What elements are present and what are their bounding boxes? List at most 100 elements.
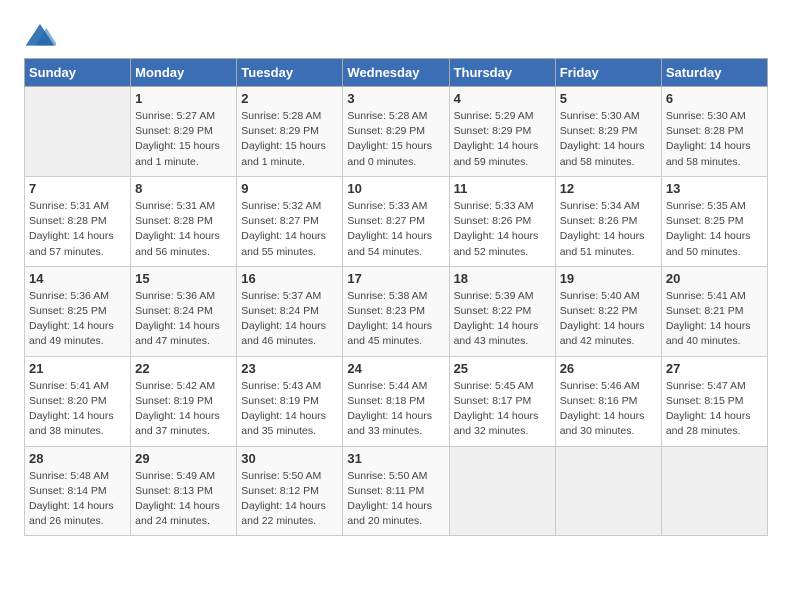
day-number: 11	[454, 181, 551, 196]
page-header	[24, 20, 768, 52]
day-info: Sunrise: 5:41 AM Sunset: 8:20 PM Dayligh…	[29, 379, 126, 440]
day-info: Sunrise: 5:40 AM Sunset: 8:22 PM Dayligh…	[560, 289, 657, 350]
day-cell-2-0: 14 Sunrise: 5:36 AM Sunset: 8:25 PM Dayli…	[25, 266, 131, 356]
day-info: Sunrise: 5:35 AM Sunset: 8:25 PM Dayligh…	[666, 199, 763, 260]
day-number: 29	[135, 451, 232, 466]
week-row-1: 7 Sunrise: 5:31 AM Sunset: 8:28 PM Daylig…	[25, 176, 768, 266]
day-info: Sunrise: 5:42 AM Sunset: 8:19 PM Dayligh…	[135, 379, 232, 440]
day-cell-1-3: 10 Sunrise: 5:33 AM Sunset: 8:27 PM Dayli…	[343, 176, 449, 266]
day-number: 15	[135, 271, 232, 286]
calendar-table: SundayMondayTuesdayWednesdayThursdayFrid…	[24, 58, 768, 536]
day-number: 17	[347, 271, 444, 286]
day-number: 20	[666, 271, 763, 286]
day-cell-0-0	[25, 87, 131, 177]
day-number: 28	[29, 451, 126, 466]
day-cell-1-6: 13 Sunrise: 5:35 AM Sunset: 8:25 PM Dayli…	[661, 176, 767, 266]
weekday-header-saturday: Saturday	[661, 59, 767, 87]
day-number: 23	[241, 361, 338, 376]
day-cell-1-4: 11 Sunrise: 5:33 AM Sunset: 8:26 PM Dayli…	[449, 176, 555, 266]
day-info: Sunrise: 5:50 AM Sunset: 8:12 PM Dayligh…	[241, 469, 338, 530]
day-number: 4	[454, 91, 551, 106]
day-cell-0-4: 4 Sunrise: 5:29 AM Sunset: 8:29 PM Daylig…	[449, 87, 555, 177]
day-info: Sunrise: 5:33 AM Sunset: 8:26 PM Dayligh…	[454, 199, 551, 260]
day-number: 9	[241, 181, 338, 196]
day-number: 8	[135, 181, 232, 196]
day-number: 16	[241, 271, 338, 286]
day-number: 3	[347, 91, 444, 106]
day-info: Sunrise: 5:30 AM Sunset: 8:28 PM Dayligh…	[666, 109, 763, 170]
day-info: Sunrise: 5:44 AM Sunset: 8:18 PM Dayligh…	[347, 379, 444, 440]
day-info: Sunrise: 5:38 AM Sunset: 8:23 PM Dayligh…	[347, 289, 444, 350]
day-info: Sunrise: 5:33 AM Sunset: 8:27 PM Dayligh…	[347, 199, 444, 260]
day-info: Sunrise: 5:31 AM Sunset: 8:28 PM Dayligh…	[29, 199, 126, 260]
day-number: 2	[241, 91, 338, 106]
day-cell-2-5: 19Sunrise: 5:40 AM Sunset: 8:22 PM Dayli…	[555, 266, 661, 356]
day-cell-4-1: 29Sunrise: 5:49 AM Sunset: 8:13 PM Dayli…	[131, 446, 237, 536]
day-number: 10	[347, 181, 444, 196]
day-info: Sunrise: 5:28 AM Sunset: 8:29 PM Dayligh…	[347, 109, 444, 170]
day-info: Sunrise: 5:29 AM Sunset: 8:29 PM Dayligh…	[454, 109, 551, 170]
day-info: Sunrise: 5:37 AM Sunset: 8:24 PM Dayligh…	[241, 289, 338, 350]
day-info: Sunrise: 5:48 AM Sunset: 8:14 PM Dayligh…	[29, 469, 126, 530]
day-cell-3-1: 22Sunrise: 5:42 AM Sunset: 8:19 PM Dayli…	[131, 356, 237, 446]
day-info: Sunrise: 5:39 AM Sunset: 8:22 PM Dayligh…	[454, 289, 551, 350]
day-number: 1	[135, 91, 232, 106]
day-info: Sunrise: 5:30 AM Sunset: 8:29 PM Dayligh…	[560, 109, 657, 170]
day-cell-3-2: 23Sunrise: 5:43 AM Sunset: 8:19 PM Dayli…	[237, 356, 343, 446]
day-cell-4-3: 31 Sunrise: 5:50 AM Sunset: 8:11 PM Dayli…	[343, 446, 449, 536]
weekday-header-thursday: Thursday	[449, 59, 555, 87]
day-cell-1-0: 7 Sunrise: 5:31 AM Sunset: 8:28 PM Daylig…	[25, 176, 131, 266]
day-cell-2-6: 20 Sunrise: 5:41 AM Sunset: 8:21 PM Dayli…	[661, 266, 767, 356]
day-cell-3-4: 25 Sunrise: 5:45 AM Sunset: 8:17 PM Dayli…	[449, 356, 555, 446]
day-info: Sunrise: 5:27 AM Sunset: 8:29 PM Dayligh…	[135, 109, 232, 170]
day-cell-1-1: 8 Sunrise: 5:31 AM Sunset: 8:28 PM Daylig…	[131, 176, 237, 266]
day-info: Sunrise: 5:32 AM Sunset: 8:27 PM Dayligh…	[241, 199, 338, 260]
day-cell-3-6: 27 Sunrise: 5:47 AM Sunset: 8:15 PM Dayli…	[661, 356, 767, 446]
day-number: 24	[347, 361, 444, 376]
day-cell-0-6: 6Sunrise: 5:30 AM Sunset: 8:28 PM Daylig…	[661, 87, 767, 177]
day-number: 30	[241, 451, 338, 466]
day-cell-4-5	[555, 446, 661, 536]
day-cell-0-1: 1 Sunrise: 5:27 AM Sunset: 8:29 PM Daylig…	[131, 87, 237, 177]
day-info: Sunrise: 5:50 AM Sunset: 8:11 PM Dayligh…	[347, 469, 444, 530]
day-cell-0-3: 3 Sunrise: 5:28 AM Sunset: 8:29 PM Daylig…	[343, 87, 449, 177]
weekday-header-friday: Friday	[555, 59, 661, 87]
weekday-header-monday: Monday	[131, 59, 237, 87]
day-cell-2-2: 16 Sunrise: 5:37 AM Sunset: 8:24 PM Dayli…	[237, 266, 343, 356]
logo-icon	[24, 20, 56, 52]
day-number: 14	[29, 271, 126, 286]
weekday-header-tuesday: Tuesday	[237, 59, 343, 87]
day-number: 25	[454, 361, 551, 376]
logo	[24, 20, 60, 52]
day-number: 18	[454, 271, 551, 286]
day-info: Sunrise: 5:46 AM Sunset: 8:16 PM Dayligh…	[560, 379, 657, 440]
day-cell-3-3: 24 Sunrise: 5:44 AM Sunset: 8:18 PM Dayli…	[343, 356, 449, 446]
day-number: 27	[666, 361, 763, 376]
day-info: Sunrise: 5:41 AM Sunset: 8:21 PM Dayligh…	[666, 289, 763, 350]
day-number: 31	[347, 451, 444, 466]
week-row-3: 21 Sunrise: 5:41 AM Sunset: 8:20 PM Dayli…	[25, 356, 768, 446]
weekday-header-row: SundayMondayTuesdayWednesdayThursdayFrid…	[25, 59, 768, 87]
day-info: Sunrise: 5:31 AM Sunset: 8:28 PM Dayligh…	[135, 199, 232, 260]
day-number: 13	[666, 181, 763, 196]
week-row-2: 14 Sunrise: 5:36 AM Sunset: 8:25 PM Dayli…	[25, 266, 768, 356]
weekday-header-sunday: Sunday	[25, 59, 131, 87]
day-info: Sunrise: 5:47 AM Sunset: 8:15 PM Dayligh…	[666, 379, 763, 440]
day-cell-2-3: 17 Sunrise: 5:38 AM Sunset: 8:23 PM Dayli…	[343, 266, 449, 356]
day-cell-4-6	[661, 446, 767, 536]
day-cell-0-5: 5 Sunrise: 5:30 AM Sunset: 8:29 PM Daylig…	[555, 87, 661, 177]
day-number: 21	[29, 361, 126, 376]
day-number: 12	[560, 181, 657, 196]
day-info: Sunrise: 5:36 AM Sunset: 8:25 PM Dayligh…	[29, 289, 126, 350]
week-row-0: 1 Sunrise: 5:27 AM Sunset: 8:29 PM Daylig…	[25, 87, 768, 177]
day-cell-4-0: 28 Sunrise: 5:48 AM Sunset: 8:14 PM Dayli…	[25, 446, 131, 536]
day-cell-4-2: 30 Sunrise: 5:50 AM Sunset: 8:12 PM Dayli…	[237, 446, 343, 536]
day-number: 7	[29, 181, 126, 196]
week-row-4: 28 Sunrise: 5:48 AM Sunset: 8:14 PM Dayli…	[25, 446, 768, 536]
day-number: 5	[560, 91, 657, 106]
weekday-header-wednesday: Wednesday	[343, 59, 449, 87]
day-info: Sunrise: 5:45 AM Sunset: 8:17 PM Dayligh…	[454, 379, 551, 440]
day-cell-2-1: 15Sunrise: 5:36 AM Sunset: 8:24 PM Dayli…	[131, 266, 237, 356]
day-cell-0-2: 2Sunrise: 5:28 AM Sunset: 8:29 PM Daylig…	[237, 87, 343, 177]
day-cell-1-5: 12Sunrise: 5:34 AM Sunset: 8:26 PM Dayli…	[555, 176, 661, 266]
